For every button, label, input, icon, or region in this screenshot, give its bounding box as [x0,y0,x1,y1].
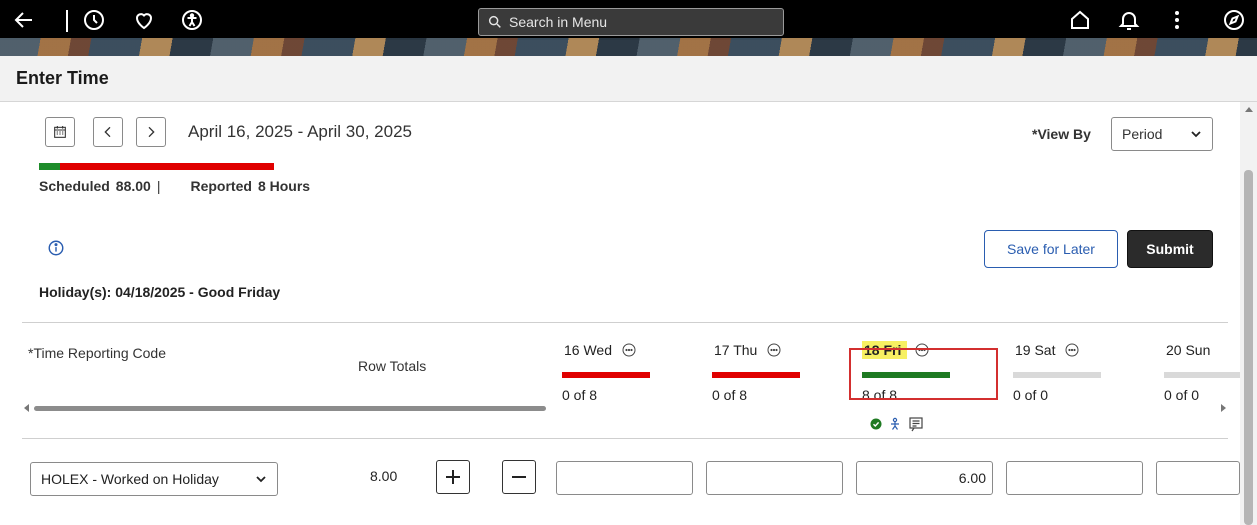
search-icon [488,15,501,28]
chevron-down-icon [256,476,266,483]
vertical-scrollbar-thumb[interactable] [1244,170,1253,525]
hours-input-19-sat[interactable] [1006,461,1143,495]
day-hours-count: 0 of 0 [1164,387,1200,403]
hours-input-18-fri[interactable] [856,461,993,495]
day-hours-count: 0 of 8 [562,387,598,403]
minus-icon [512,476,526,478]
holiday-person-icon[interactable] [888,417,902,431]
divider [22,322,1228,323]
scroll-up-arrow-icon[interactable] [1245,106,1253,112]
holiday-notice: Holiday(s): 04/18/2025 - Good Friday [39,284,281,300]
scheduled-reported-summary: Scheduled 88.00 | Reported 8 Hours [39,178,310,194]
reported-value: 8 Hours [257,178,311,194]
history-icon[interactable] [80,6,108,34]
hours-input-16-wed[interactable] [556,461,693,495]
day-column-17-thu: 17 Thu 0 of 8 [712,340,852,403]
horizontal-scrollbar-thumb[interactable] [34,406,546,411]
hours-input-17-thu[interactable] [706,461,843,495]
day-actions-ellipsis-icon[interactable] [1065,343,1079,357]
reported-label: Reported [190,178,252,194]
day-column-16-wed: 16 Wed 0 of 8 [562,340,702,403]
day-hours-count: 0 of 0 [1013,387,1049,403]
day-status-bar [562,372,650,378]
info-icon[interactable] [47,239,65,257]
day-status-bar [1013,372,1101,378]
previous-period-button[interactable] [93,117,123,147]
scheduled-value: 88.00 [115,178,151,194]
view-by-select[interactable]: Period [1111,117,1213,151]
view-by-selected-value: Period [1122,126,1163,142]
day-actions-ellipsis-icon[interactable] [622,343,636,357]
period-date-range: April 16, 2025 - April 30, 2025 [188,122,412,141]
scroll-right-arrow-icon[interactable] [1220,404,1226,412]
day-column-19-sat: 19 Sat 0 of 0 [1013,340,1153,403]
calendar-button[interactable] [45,117,75,147]
summary-divider: | [156,178,161,194]
toolbar-divider [66,10,68,32]
delete-row-button[interactable] [502,460,536,494]
more-vertical-icon[interactable] [1163,6,1191,34]
day-actions-ellipsis-icon[interactable] [767,343,781,357]
day-status-icons [870,416,924,432]
day-label: 16 Wed [564,342,612,358]
search-input[interactable] [509,14,769,30]
hours-input-20-sun[interactable] [1156,461,1240,495]
title-bar: Enter Time [0,56,1257,102]
highlighted-hours-cell [849,348,998,400]
divider [22,438,1228,439]
day-hours-count: 0 of 8 [712,387,748,403]
row-totals-header: Row Totals [358,358,427,374]
next-period-button[interactable] [136,117,166,147]
day-status-bar [1164,372,1240,378]
day-label: 20 Sun [1166,342,1211,358]
scroll-left-arrow-icon[interactable] [24,404,30,412]
chevron-right-icon [148,126,155,138]
timesheet-content: April 16, 2025 - April 30, 2025 Schedule… [0,102,1240,525]
plus-icon [446,470,460,484]
approved-check-icon[interactable] [870,418,882,430]
bell-icon[interactable] [1115,6,1143,34]
chevron-down-icon [1191,131,1201,138]
navigator-compass-icon[interactable] [1220,6,1248,34]
trc-selected-value: HOLEX - Worked on Holiday [41,471,219,487]
scheduled-label: Scheduled [39,178,110,194]
day-column-20-sun: 20 Sun 0 of 0 [1164,340,1240,403]
accessibility-icon[interactable] [178,6,206,34]
banner-pattern [0,38,1257,56]
view-by-label: *View By [1032,126,1091,142]
comment-icon[interactable] [908,416,924,432]
reported-progress-fill [39,163,61,170]
save-for-later-button[interactable]: Save for Later [984,230,1118,268]
day-label: 17 Thu [714,342,758,358]
time-reporting-code-header: *Time Reporting Code [28,345,166,361]
back-arrow-icon[interactable] [10,6,38,34]
page-title: Enter Time [16,68,109,88]
day-status-bar [712,372,800,378]
menu-search-box[interactable] [478,8,784,36]
home-icon[interactable] [1066,6,1094,34]
chevron-left-icon [104,126,111,138]
time-reporting-code-select[interactable]: HOLEX - Worked on Holiday [30,462,278,496]
top-banner [0,0,1257,56]
day-label: 19 Sat [1015,342,1056,358]
row-total-value: 8.00 [370,468,398,484]
reported-progress-bar [39,163,274,170]
submit-button[interactable]: Submit [1127,230,1213,268]
favorites-heart-icon[interactable] [130,6,158,34]
calendar-icon [54,126,66,138]
add-row-button[interactable] [436,460,470,494]
